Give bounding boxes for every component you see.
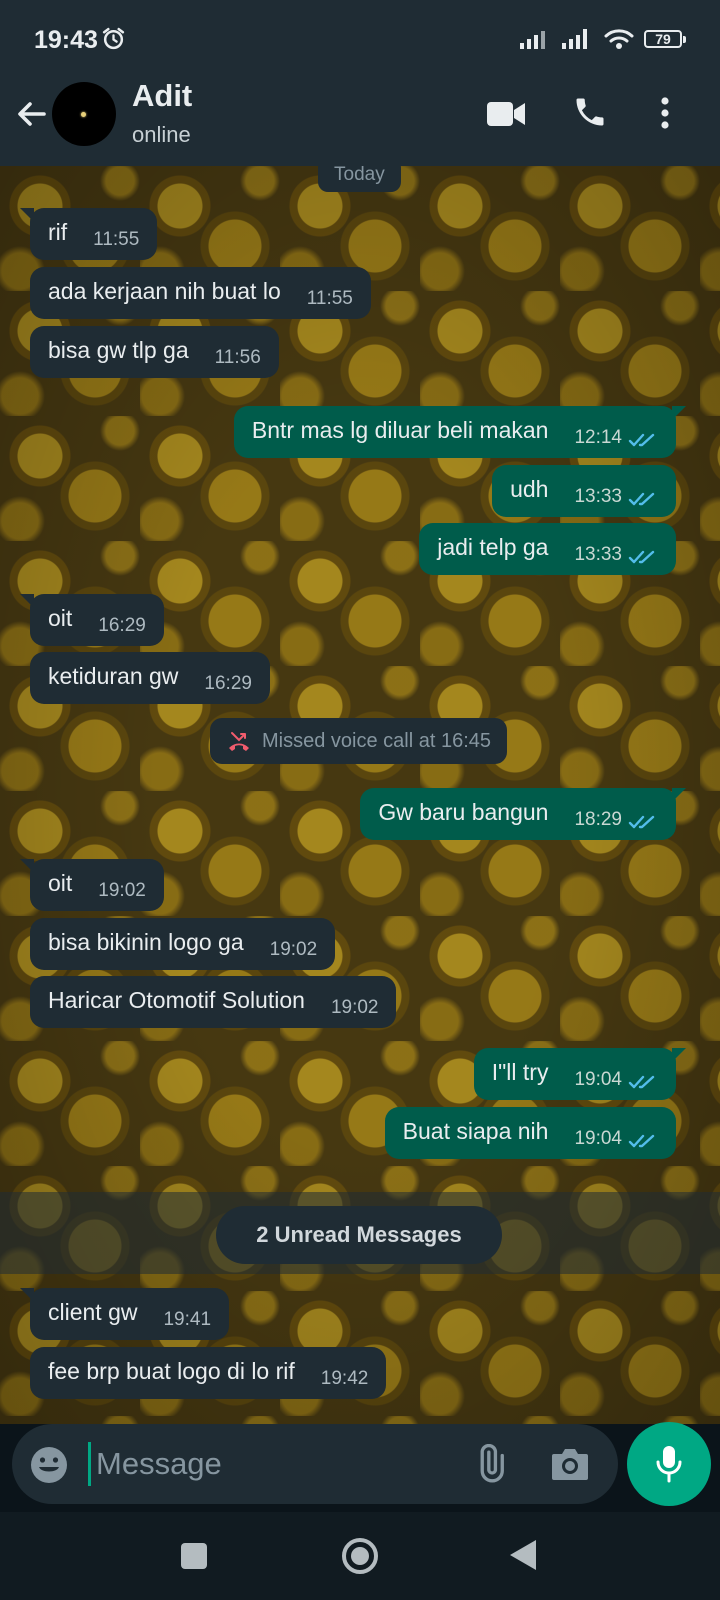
- message-time: 19:02: [269, 939, 318, 960]
- message-text: client gw: [48, 1298, 138, 1325]
- message-text: udh: [510, 475, 549, 502]
- message-incoming[interactable]: ketiduran gw 16:29: [30, 652, 270, 704]
- message-time: 13:33: [574, 544, 622, 565]
- message-text: Buat siapa nih: [402, 1117, 549, 1144]
- message-time: 11:55: [93, 229, 140, 250]
- recents-icon[interactable]: [180, 1542, 208, 1570]
- message-incoming[interactable]: bisa bikinin logo ga 19:02: [30, 918, 336, 970]
- message-text: bisa bikinin logo ga: [48, 928, 244, 955]
- battery-level: 79: [655, 31, 671, 47]
- message-time: 16:29: [204, 673, 252, 694]
- message-time: 11:56: [214, 347, 261, 368]
- double-check-icon: [628, 433, 655, 447]
- signal-icon: [520, 31, 545, 49]
- double-check-icon: [628, 815, 655, 829]
- message-incoming[interactable]: fee brp buat logo di lo rif 19:42: [30, 1347, 387, 1399]
- message-text: I"ll try: [491, 1058, 549, 1085]
- home-icon[interactable]: [340, 1536, 380, 1576]
- emoji-icon[interactable]: [29, 1445, 69, 1485]
- message-text: jadi telp ga: [437, 533, 549, 560]
- message-time: 19:41: [163, 1309, 212, 1330]
- chat-area[interactable]: Today rif 11:55 ada kerjaan nih buat lo 11…: [0, 166, 720, 1424]
- attach-icon[interactable]: [470, 1444, 510, 1484]
- signal-icon: [562, 29, 587, 49]
- double-check-icon: [628, 1075, 655, 1089]
- message-text: oit: [48, 604, 73, 631]
- message-incoming[interactable]: ada kerjaan nih buat lo 11:55: [30, 267, 371, 319]
- message-time: 18:29: [574, 809, 622, 830]
- message-time: 19:42: [320, 1368, 369, 1389]
- status-icons: 79: [520, 28, 686, 50]
- message-time: 19:02: [330, 997, 379, 1018]
- message-text: Haricar Otomotif Solution: [48, 986, 305, 1013]
- contact-name[interactable]: Adit: [132, 78, 192, 114]
- message-time: 19:02: [98, 880, 146, 901]
- message-time: 16:29: [98, 615, 146, 636]
- double-check-icon: [628, 1134, 655, 1148]
- alarm-icon: [102, 27, 125, 50]
- message-outgoing[interactable]: udh 13:33: [492, 465, 676, 517]
- message-text: Bntr mas lg diluar beli makan: [251, 416, 549, 443]
- message-text: rif: [48, 218, 68, 245]
- video-call-icon[interactable]: [486, 100, 526, 128]
- message-text: ketiduran gw: [48, 662, 179, 689]
- message-time: 12:14: [574, 427, 622, 448]
- missed-call-notice[interactable]: Missed voice call at 16:45: [210, 718, 508, 764]
- message-time: 19:04: [574, 1128, 622, 1149]
- camera-icon[interactable]: [550, 1446, 590, 1482]
- status-bar: 19:43 79: [0, 0, 720, 70]
- chat-header: Adit online: [0, 70, 720, 166]
- message-incoming[interactable]: bisa gw tlp ga 11:56: [30, 326, 279, 378]
- date-separator: Today: [318, 166, 401, 192]
- message-incoming[interactable]: oit 16:29: [20, 594, 164, 646]
- status-time: 19:43: [34, 26, 98, 54]
- message-incoming[interactable]: client gw 19:41: [19, 1288, 230, 1340]
- message-incoming[interactable]: oit 19:02: [20, 859, 164, 911]
- avatar[interactable]: [52, 82, 116, 146]
- double-check-icon: [628, 492, 655, 506]
- mic-icon: [656, 1446, 682, 1483]
- message-text: oit: [48, 869, 73, 896]
- unread-messages-badge: 2 Unread Messages: [216, 1206, 502, 1264]
- message-text: bisa gw tlp ga: [48, 336, 189, 363]
- system-navigation-bar: [0, 1512, 720, 1600]
- message-outgoing[interactable]: Buat siapa nih 19:04: [384, 1107, 676, 1159]
- message-incoming[interactable]: rif 11:55: [19, 208, 158, 260]
- wifi-icon: [604, 29, 634, 49]
- message-composer: [12, 1424, 618, 1504]
- message-text: ada kerjaan nih buat lo: [48, 277, 281, 304]
- more-options-icon[interactable]: [658, 96, 672, 130]
- voice-record-button[interactable]: [627, 1422, 711, 1506]
- back-icon[interactable]: [508, 1538, 538, 1572]
- message-outgoing[interactable]: Gw baru bangun 18:29: [360, 788, 686, 840]
- message-incoming[interactable]: Haricar Otomotif Solution 19:02: [30, 976, 397, 1028]
- message-time: 19:04: [574, 1069, 622, 1090]
- message-time: 11:55: [306, 288, 353, 309]
- missed-call-icon: [229, 732, 249, 751]
- message-text: Gw baru bangun: [378, 798, 549, 825]
- message-outgoing[interactable]: jadi telp ga 13:33: [419, 523, 676, 575]
- contact-status: online: [132, 122, 191, 147]
- battery-icon: 79: [644, 30, 686, 48]
- message-time: 13:33: [574, 486, 622, 507]
- message-input[interactable]: [90, 1440, 456, 1488]
- message-text: fee brp buat logo di lo rif: [48, 1357, 295, 1384]
- voice-call-icon[interactable]: [572, 94, 608, 130]
- double-check-icon: [628, 550, 655, 564]
- missed-call-text: Missed voice call at 16:45: [262, 729, 492, 752]
- message-outgoing[interactable]: I"ll try 19:04: [473, 1048, 687, 1100]
- back-arrow-icon[interactable]: [12, 94, 52, 134]
- message-outgoing[interactable]: Bntr mas lg diluar beli makan 12:14: [233, 406, 687, 458]
